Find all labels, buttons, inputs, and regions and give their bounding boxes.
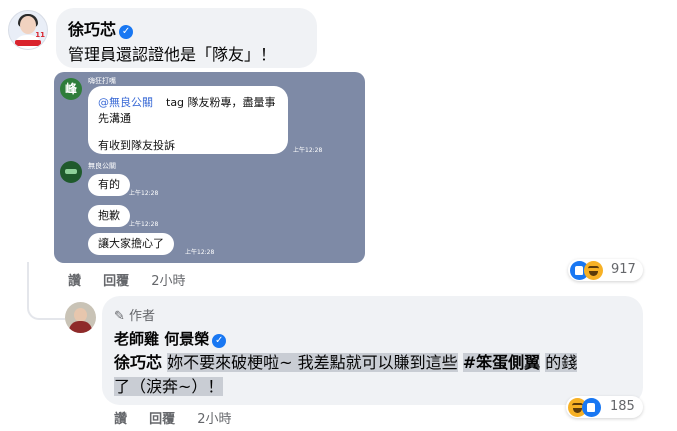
comment-text: 管理員還認證他是「隊友」！ — [68, 45, 277, 64]
reply-button[interactable]: 回覆 — [149, 412, 175, 427]
attached-chat-image[interactable]: 峰 嗨狂打嘴 @無良公關 tag 隊友粉專，盡量事 先溝通 有收到隊友投訴 上午… — [54, 72, 365, 263]
reply-author-row: 老師雞 何景榮 ✓ — [114, 328, 227, 349]
avatar-number: 11 — [35, 31, 45, 39]
comment-actions: 讚 回覆 2小時 — [68, 270, 186, 289]
reaction-count: 917 — [611, 262, 636, 277]
reaction-summary[interactable]: 917 — [568, 259, 643, 281]
chat-text: 有收到隊友投訴 — [98, 139, 175, 152]
chat-mention: @無良公關 — [98, 96, 153, 109]
chat-sender-name: 嗨狂打嘴 — [88, 77, 116, 85]
reply-author[interactable]: 老師雞 何景榮 — [114, 330, 209, 348]
verified-icon: ✓ — [212, 334, 227, 348]
chat-message: @無良公關 tag 隊友粉專，盡量事 先溝通 有收到隊友投訴 — [88, 86, 288, 154]
comment-bubble: 徐巧芯 ✓ 管理員還認證他是「隊友」！ — [56, 8, 317, 68]
like-reaction-icon — [582, 398, 601, 417]
sender-avatar — [60, 161, 82, 183]
chat-message: 讓大家擔心了 — [88, 233, 174, 255]
reply-text: 了（淚奔~）！ — [114, 377, 224, 396]
reply-text: 的錢 — [545, 353, 578, 372]
reply-button[interactable]: 回覆 — [103, 274, 129, 289]
hashtag-link[interactable]: #笨蛋側翼 — [462, 353, 541, 372]
comment-author-row: 徐巧芯 ✓ — [68, 16, 134, 40]
reply-text-line1: 徐巧芯 妳不要來破梗啦~ 我差點就可以賺到這些 #笨蛋側翼 的錢 — [114, 349, 578, 373]
chat-text: tag 隊友粉專，盡量事 — [166, 96, 276, 109]
chat-timestamp: 上午12:28 — [129, 221, 159, 228]
author-badge: ✎ 作者 — [114, 305, 155, 324]
like-button[interactable]: 讚 — [68, 274, 81, 289]
reaction-summary[interactable]: 185 — [566, 396, 643, 418]
like-button[interactable]: 讚 — [114, 412, 127, 427]
commenter-avatar[interactable]: 11 — [8, 10, 48, 50]
chat-message: 抱歉 — [88, 205, 130, 227]
reaction-count: 185 — [610, 399, 635, 414]
chat-sender-name: 無良公關 — [88, 162, 116, 170]
reply-text: 妳不要來破梗啦~ 我差點就可以賺到這些 — [167, 353, 458, 372]
chat-timestamp: 上午12:28 — [185, 249, 215, 256]
reply-text-line2: 了（淚奔~）！ — [114, 373, 224, 397]
comment-time[interactable]: 2小時 — [151, 274, 185, 289]
reply-thread-line — [27, 262, 67, 320]
haha-reaction-icon — [584, 261, 603, 280]
pen-icon: ✎ — [114, 309, 125, 324]
reply-time[interactable]: 2小時 — [197, 412, 231, 427]
author-badge-label: 作者 — [129, 309, 156, 324]
reply-actions: 讚 回覆 2小時 — [114, 408, 232, 427]
chat-timestamp: 上午12:28 — [293, 147, 323, 154]
chat-timestamp: 上午12:28 — [129, 190, 159, 197]
comment-author[interactable]: 徐巧芯 — [68, 20, 116, 39]
mention-link[interactable]: 徐巧芯 — [114, 353, 162, 372]
reply-bubble: ✎ 作者 老師雞 何景榮 ✓ 徐巧芯 妳不要來破梗啦~ 我差點就可以賺到這些 #笨… — [102, 296, 643, 405]
group-avatar: 峰 — [60, 78, 82, 100]
verified-icon: ✓ — [119, 25, 134, 39]
chat-text: 先溝通 — [98, 112, 131, 125]
replier-avatar[interactable] — [65, 302, 96, 333]
chat-message: 有的 — [88, 174, 130, 196]
